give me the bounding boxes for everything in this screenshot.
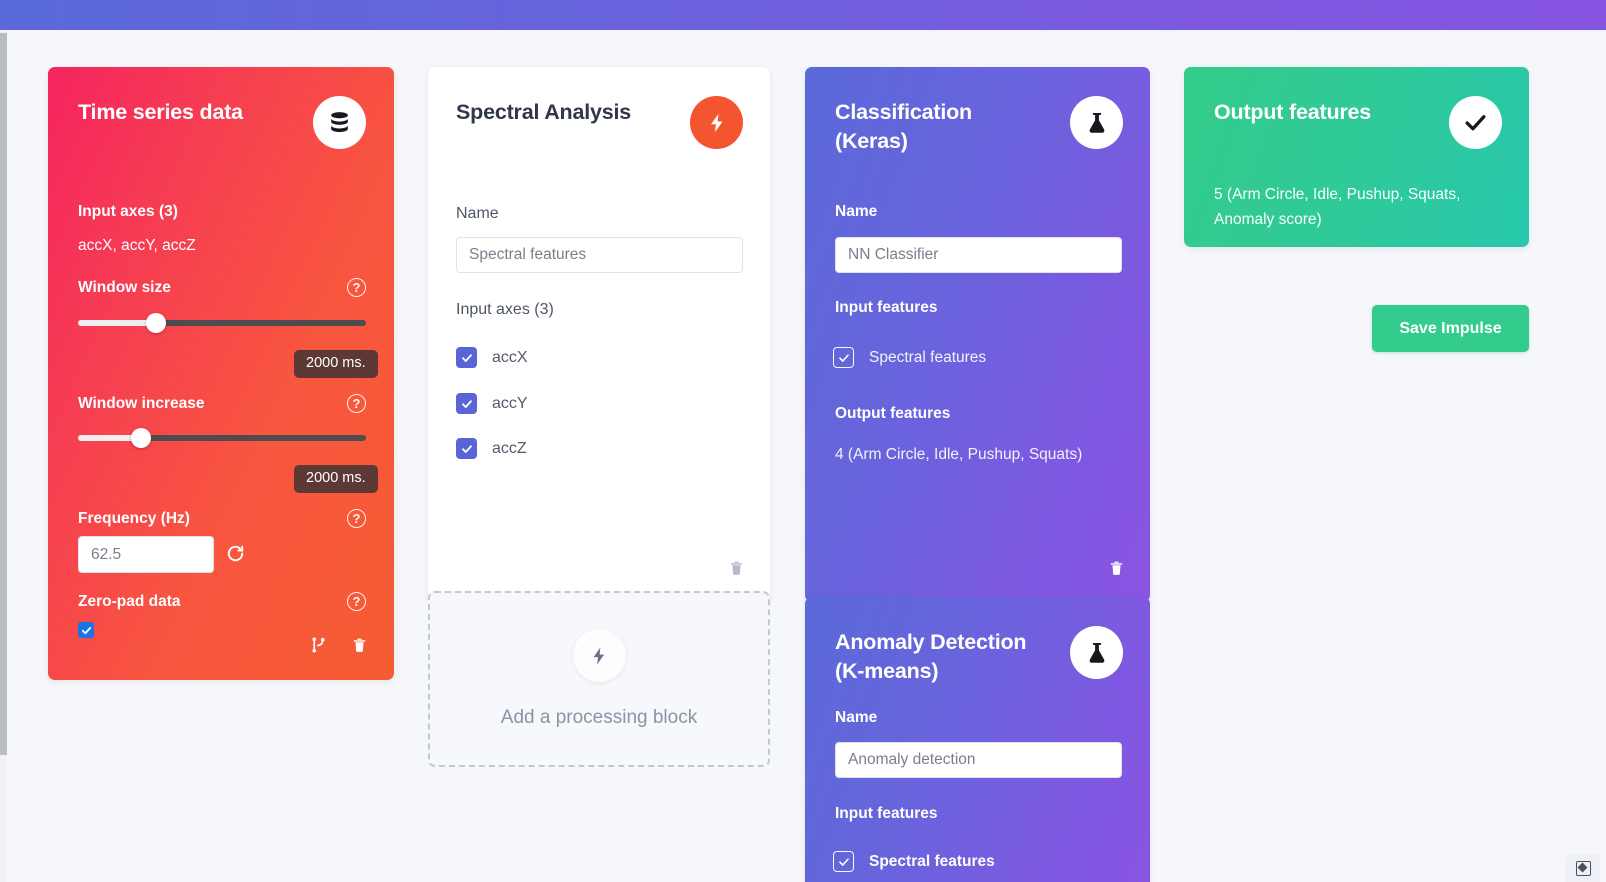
frequency-input[interactable] [78, 536, 214, 573]
add-processing-block-label: Add a processing block [500, 707, 698, 728]
window-size-slider-thumb[interactable] [145, 313, 166, 333]
trash-icon[interactable] [728, 559, 745, 582]
window-increase-slider-rest-track [141, 435, 366, 441]
anomaly-name-label: Name [835, 709, 878, 726]
zero-pad-row: Zero-pad data ? [78, 592, 366, 611]
classification-name-input[interactable] [835, 237, 1122, 273]
check-icon [1449, 96, 1502, 149]
checkbox-checked-icon[interactable] [456, 393, 477, 414]
classification-output-features-value: 4 (Arm Circle, Idle, Pushup, Squats) [835, 446, 1083, 463]
window-size-slider-filled-track [78, 320, 156, 326]
checkbox-checked-icon[interactable] [833, 347, 854, 368]
anomaly-card-title: Anomaly Detection (K-means) [835, 630, 1027, 683]
time-series-card-footer [310, 636, 368, 659]
zero-pad-label: Zero-pad data [78, 592, 181, 610]
resize-handle-glyph [1575, 860, 1591, 876]
window-size-label: Window size [78, 278, 171, 296]
resize-handle-icon[interactable] [1566, 854, 1600, 882]
classification-card-title: Classification (Keras) [835, 100, 972, 153]
classification-output-features-label: Output features [835, 405, 951, 422]
spectral-analysis-card[interactable]: Spectral Analysis Name Input axes (3) ac… [428, 67, 770, 602]
lightning-bolt-icon [690, 96, 743, 149]
checkbox-checked-icon[interactable] [456, 438, 477, 459]
window-increase-row: Window increase ? [78, 394, 366, 413]
flask-icon [1070, 96, 1123, 149]
reload-icon[interactable] [226, 544, 245, 568]
app-header-bar [0, 0, 1606, 30]
help-icon-window-size[interactable]: ? [347, 278, 366, 297]
database-icon [313, 96, 366, 149]
window-increase-slider[interactable] [78, 428, 366, 448]
spectral-card-title: Spectral Analysis [456, 100, 632, 124]
classification-name-label: Name [835, 203, 878, 220]
zero-pad-checkbox[interactable] [78, 622, 94, 638]
output-features-card[interactable]: Output features 5 (Arm Circle, Idle, Pus… [1184, 67, 1529, 247]
help-icon-zero-pad[interactable]: ? [347, 592, 366, 611]
output-features-value: 5 (Arm Circle, Idle, Pushup, Squats, Ano… [1214, 186, 1461, 228]
window-increase-slider-thumb[interactable] [131, 428, 152, 448]
trash-icon[interactable] [351, 636, 368, 659]
help-icon-window-increase[interactable]: ? [347, 394, 366, 413]
checkbox-checked-icon[interactable] [456, 347, 477, 368]
axis-checkbox-accy[interactable]: accY [456, 393, 528, 414]
lightning-bolt-icon [572, 629, 626, 682]
classification-card[interactable]: Classification (Keras) Name Input featur… [805, 67, 1150, 602]
code-branch-icon[interactable] [310, 636, 327, 659]
axis-checkbox-accx[interactable]: accX [456, 347, 528, 368]
spectral-name-label: Name [456, 205, 499, 222]
input-axes-value: accX, accY, accZ [78, 237, 196, 254]
classification-input-feature-label: Spectral features [869, 348, 987, 366]
classification-input-feature-spectral[interactable]: Spectral features [833, 347, 986, 368]
trash-icon[interactable] [1108, 559, 1125, 582]
input-axes-label: Input axes (3) [78, 203, 178, 220]
anomaly-detection-card[interactable]: Anomaly Detection (K-means) Name Input f… [805, 597, 1150, 882]
axis-label-accz: accZ [492, 439, 527, 457]
axis-checkbox-accz[interactable]: accZ [456, 438, 527, 459]
window-size-slider[interactable] [78, 313, 366, 333]
impulse-canvas: Time series data Input axes (3) accX, ac… [0, 31, 1606, 882]
classification-input-features-label: Input features [835, 299, 938, 316]
window-size-row: Window size ? [78, 278, 366, 297]
window-increase-value-pill: 2000 ms. [294, 465, 378, 493]
anomaly-input-feature-label: Spectral features [869, 852, 995, 870]
window-increase-label: Window increase [78, 394, 205, 412]
spectral-name-input[interactable] [456, 237, 743, 273]
flask-icon [1070, 626, 1123, 679]
frequency-row: Frequency (Hz) ? [78, 509, 366, 528]
axis-label-accx: accX [492, 348, 528, 366]
frequency-label: Frequency (Hz) [78, 509, 190, 527]
save-impulse-button[interactable]: Save Impulse [1372, 305, 1529, 352]
impulse-design-page: Time series data Input axes (3) accX, ac… [0, 0, 1606, 882]
time-series-data-card[interactable]: Time series data Input axes (3) accX, ac… [48, 67, 394, 680]
axis-label-accy: accY [492, 394, 528, 412]
time-series-card-title: Time series data [78, 100, 243, 124]
spectral-input-axes-label: Input axes (3) [456, 301, 554, 318]
add-processing-block-button[interactable]: Add a processing block [428, 591, 770, 767]
anomaly-input-features-label: Input features [835, 805, 938, 822]
anomaly-input-feature-spectral[interactable]: Spectral features [833, 851, 995, 872]
checkbox-checked-icon[interactable] [833, 851, 854, 872]
anomaly-name-input[interactable] [835, 742, 1122, 778]
window-size-slider-rest-track [155, 320, 366, 326]
help-icon-frequency[interactable]: ? [347, 509, 366, 528]
window-size-value-pill: 2000 ms. [294, 350, 378, 378]
output-features-card-title: Output features [1214, 100, 1372, 124]
